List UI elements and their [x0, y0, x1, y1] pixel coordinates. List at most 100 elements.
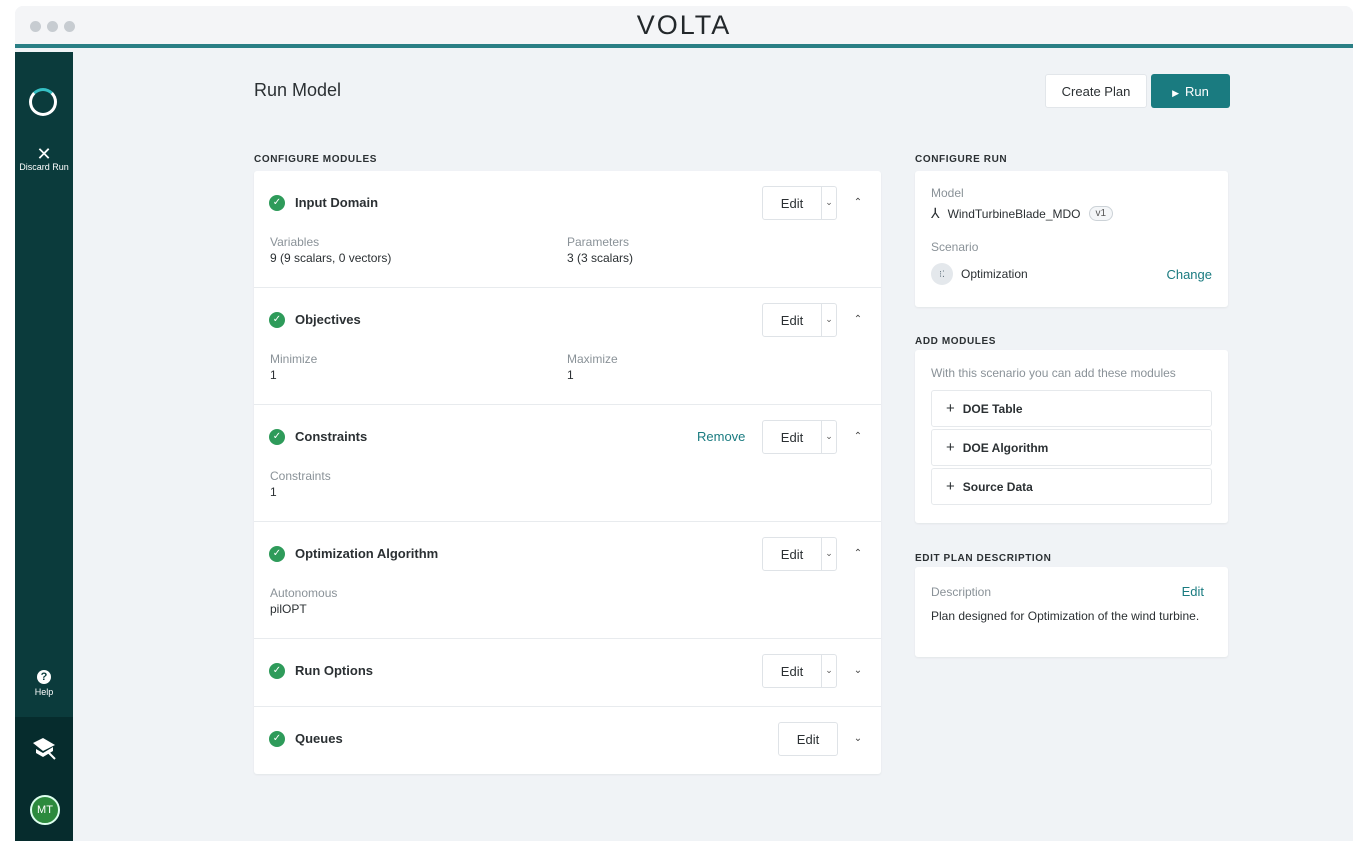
main-content: Run Model Create Plan ▶ Run CONFIGURE MOD… [73, 52, 1353, 841]
field-label: Maximize [567, 352, 618, 366]
plan-description-card: Description Edit Plan designed for Optim… [915, 567, 1228, 657]
scenario-row: ⁝⁚ Optimization [931, 263, 1028, 285]
field-label: Parameters [567, 235, 630, 249]
chevron-up-icon[interactable]: ⌃ [851, 312, 865, 326]
plus-icon: + [946, 478, 955, 495]
edit-split-button: Edit ⌄ [762, 420, 837, 454]
field-label: Constraints [270, 469, 331, 483]
module-objectives: ✓ Objectives Edit ⌄ ⌃ Minimize 1 Maximiz… [254, 288, 881, 405]
configure-run-card: Model ⅄ WindTurbineBlade_MDO v1 Scenario… [915, 171, 1228, 307]
chevron-down-icon[interactable]: ⌄ [851, 663, 865, 677]
create-plan-button[interactable]: Create Plan [1045, 74, 1147, 108]
add-module-button[interactable]: + DOE Table [931, 390, 1212, 427]
run-button[interactable]: ▶ Run [1151, 74, 1230, 108]
scenario-name: Optimization [961, 267, 1028, 281]
check-circle-icon: ✓ [269, 429, 285, 445]
field-label: Variables [270, 235, 320, 249]
avatar[interactable]: MT [30, 795, 60, 825]
sidebar-footer: MT [15, 717, 73, 841]
add-module-button[interactable]: + Source Data [931, 468, 1212, 505]
edit-plan-description-heading: EDIT PLAN DESCRIPTION [915, 553, 1052, 564]
field-label: Minimize [270, 352, 318, 366]
configure-modules-heading: CONFIGURE MODULES [254, 154, 377, 165]
check-circle-icon: ✓ [269, 546, 285, 562]
scenario-label: Scenario [931, 240, 979, 254]
brand-mark-icon[interactable] [31, 735, 57, 761]
module-run-options: ✓ Run Options Edit ⌄ ⌄ [254, 639, 881, 707]
chevron-down-icon[interactable]: ⌄ [821, 421, 836, 453]
module-field: Maximize 1 [567, 352, 618, 382]
module-field: Variables 9 (9 scalars, 0 vectors) [270, 235, 391, 265]
model-row: ⅄ WindTurbineBlade_MDO v1 [931, 205, 1114, 222]
discard-run-button[interactable]: ✕ Discard Run [15, 144, 73, 172]
module-title: Optimization Algorithm [295, 546, 439, 561]
brand-logo: VOLTA [636, 10, 732, 40]
add-module-label: DOE Algorithm [962, 441, 1049, 455]
add-module-label: DOE Table [962, 402, 1023, 416]
module-queues: ✓ Queues Edit ⌄ [254, 707, 881, 774]
title-bar: VOLTA [15, 6, 1353, 48]
model-label: Model [931, 186, 964, 200]
add-module-button[interactable]: + DOE Algorithm [931, 429, 1212, 466]
edit-button[interactable]: Edit [763, 187, 821, 219]
run-button-label: Run [1185, 83, 1209, 99]
close-icon: ✕ [36, 144, 52, 164]
field-value: 1 [567, 368, 574, 382]
description-label: Description [931, 585, 992, 599]
scenario-icon: ⁝⁚ [931, 263, 953, 285]
description-text: Plan designed for Optimization of the wi… [931, 609, 1200, 623]
change-scenario-link[interactable]: Change [1166, 267, 1212, 282]
version-badge: v1 [1088, 206, 1114, 221]
edit-button[interactable]: Edit [763, 655, 821, 687]
edit-button-group: Edit [778, 722, 838, 756]
sidebar: ✕ Discard Run ? Help MT [15, 52, 73, 841]
add-module-label: Source Data [962, 480, 1033, 494]
edit-button[interactable]: Edit [763, 304, 821, 336]
remove-link[interactable]: Remove [697, 429, 745, 444]
chevron-down-icon[interactable]: ⌄ [821, 655, 836, 687]
edit-description-link[interactable]: Edit [1182, 584, 1204, 599]
module-field: Minimize 1 [270, 352, 317, 382]
help-button[interactable]: ? Help [15, 670, 73, 697]
chevron-down-icon[interactable]: ⌄ [821, 538, 836, 570]
check-circle-icon: ✓ [269, 195, 285, 211]
chevron-up-icon[interactable]: ⌃ [851, 546, 865, 560]
plus-icon: + [946, 439, 955, 456]
add-modules-description: With this scenario you can add these mod… [931, 366, 1176, 380]
chevron-down-icon[interactable]: ⌄ [851, 731, 865, 745]
module-field: Constraints 1 [270, 469, 331, 499]
help-label: Help [34, 687, 54, 697]
field-value: 9 (9 scalars, 0 vectors) [270, 251, 392, 265]
chevron-up-icon[interactable]: ⌃ [851, 195, 865, 209]
check-circle-icon: ✓ [269, 663, 285, 679]
check-circle-icon: ✓ [269, 731, 285, 747]
field-label: Autonomous [270, 586, 338, 600]
model-graph-icon: ⅄ [931, 205, 940, 221]
edit-split-button: Edit ⌄ [762, 654, 837, 688]
plus-icon: + [946, 400, 955, 417]
check-circle-icon: ✓ [269, 312, 285, 328]
chevron-down-icon[interactable]: ⌄ [821, 304, 836, 336]
module-title: Input Domain [295, 195, 379, 210]
app-window: VOLTA ✕ Discard Run ? Help MT Run Model … [15, 6, 1353, 841]
edit-button[interactable]: Edit [763, 538, 821, 570]
play-icon: ▶ [1172, 87, 1180, 98]
edit-button[interactable]: Edit [763, 421, 821, 453]
module-title: Objectives [295, 312, 361, 327]
page-title: Run Model [254, 80, 342, 100]
field-value: 3 (3 scalars) [567, 251, 634, 265]
app-logo-icon[interactable] [29, 88, 57, 116]
module-title: Run Options [295, 663, 373, 678]
add-modules-heading: ADD MODULES [915, 336, 997, 347]
module-title: Queues [295, 731, 343, 746]
module-optimization-algorithm: ✓ Optimization Algorithm Edit ⌄ ⌃ Autono… [254, 522, 881, 639]
chevron-up-icon[interactable]: ⌃ [851, 429, 865, 443]
model-name: WindTurbineBlade_MDO [947, 206, 1081, 221]
chevron-down-icon[interactable]: ⌄ [821, 187, 836, 219]
edit-button[interactable]: Edit [779, 723, 837, 755]
modules-list: ✓ Input Domain Edit ⌄ ⌃ Variables 9 (9 s… [254, 171, 881, 774]
module-title: Constraints [295, 429, 368, 444]
configure-run-heading: CONFIGURE RUN [915, 154, 1008, 165]
discard-run-label: Discard Run [19, 162, 69, 172]
module-input-domain: ✓ Input Domain Edit ⌄ ⌃ Variables 9 (9 s… [254, 171, 881, 288]
